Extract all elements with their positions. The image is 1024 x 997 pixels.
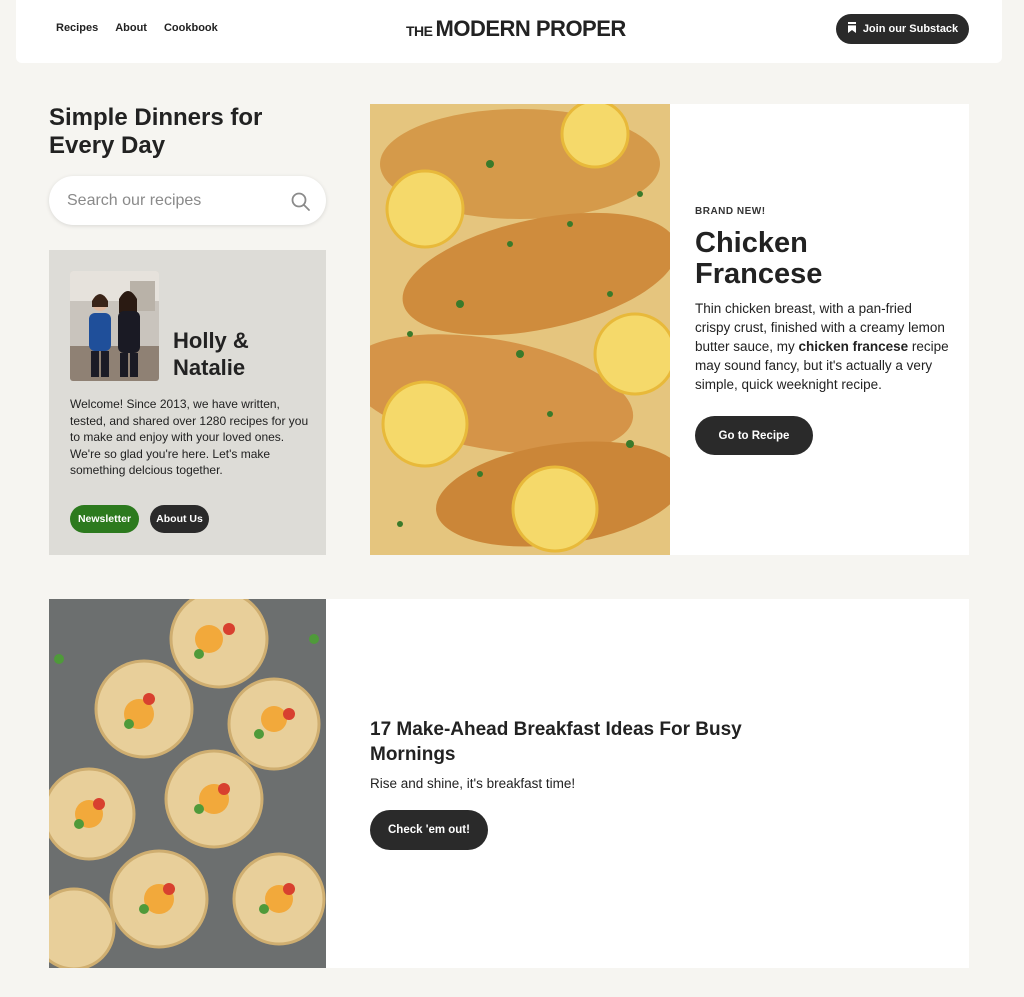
breakfast-ideas-title[interactable]: 17 Make-Ahead Breakfast Ideas For Busy M… <box>370 717 770 767</box>
go-to-recipe-button[interactable]: Go to Recipe <box>695 416 813 455</box>
breakfast-burritos-image[interactable] <box>49 599 326 968</box>
page-title: Simple Dinners for Every Day <box>49 104 263 159</box>
about-text: Welcome! Since 2013, we have written, te… <box>70 397 309 477</box>
featured-recipe-description: Thin chicken breast, with a pan-fried cr… <box>695 301 949 392</box>
about-us-button[interactable]: About Us <box>150 505 209 533</box>
bookmark-icon <box>847 22 857 36</box>
logo-prefix: THE <box>406 23 433 39</box>
nav-item-cookbook[interactable]: Cookbook <box>164 22 218 34</box>
avatar <box>70 271 159 381</box>
chicken-francese-image[interactable] <box>370 104 684 555</box>
about-card: Holly & Natalie Welcome! Since 2013, we … <box>49 250 326 555</box>
breakfast-ideas-card: 17 Make-Ahead Breakfast Ideas For Busy M… <box>49 599 969 968</box>
site-header: Recipes About Cookbook THE MODERN PROPER … <box>16 0 1002 63</box>
search-input[interactable] <box>65 188 284 214</box>
nav-item-recipes[interactable]: Recipes <box>56 22 98 34</box>
check-em-out-button[interactable]: Check 'em out! <box>370 810 488 850</box>
author-names: Holly & Natalie <box>173 328 249 380</box>
newsletter-button[interactable]: Newsletter <box>70 505 139 533</box>
search-icon[interactable] <box>290 191 312 218</box>
join-substack-label: Join our Substack <box>862 23 959 35</box>
brand-new-label: BRAND NEW! <box>695 206 766 217</box>
nav-item-about[interactable]: About <box>115 22 147 34</box>
featured-recipe-title[interactable]: Chicken Francese <box>695 228 895 290</box>
main-nav: Recipes About Cookbook <box>56 22 218 34</box>
search-box <box>49 176 326 225</box>
logo-name: MODERN PROPER <box>435 16 627 41</box>
site-logo[interactable]: THE MODERN PROPER <box>406 16 626 42</box>
breakfast-ideas-description: Rise and shine, it's breakfast time! <box>370 776 576 791</box>
featured-recipe-card: BRAND NEW! Chicken Francese Thin chicken… <box>370 104 969 555</box>
join-substack-button[interactable]: Join our Substack <box>836 14 969 44</box>
